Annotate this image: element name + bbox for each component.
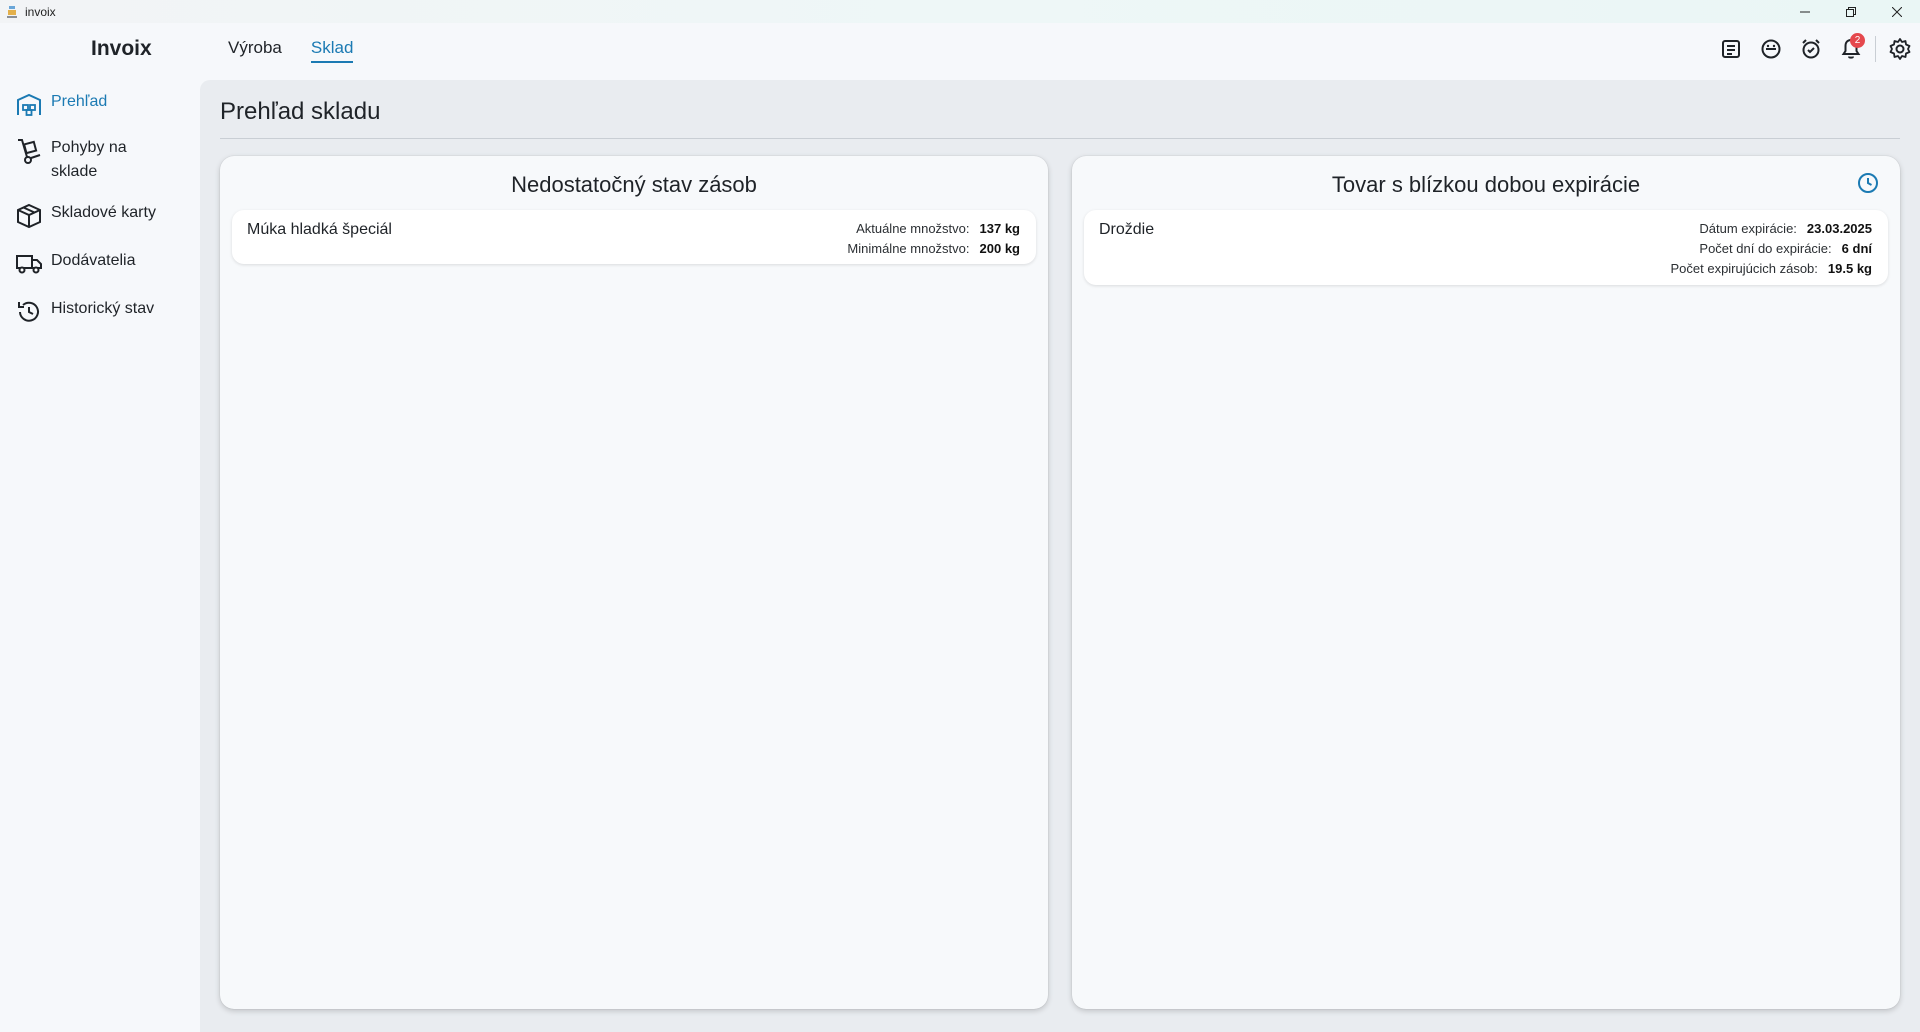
sidebar-item-label: Pohyby na sklade bbox=[51, 139, 127, 180]
sidebar: Prehľad Pohyby na sklade Skladové karty … bbox=[0, 80, 200, 1032]
item-name: Droždie bbox=[1099, 221, 1155, 238]
toolbar-divider bbox=[1875, 36, 1876, 62]
sidebar-item-label: Skladové karty bbox=[51, 204, 156, 221]
expiring-qty-label: Počet expirujúcich zásob: bbox=[1670, 261, 1818, 276]
clock-icon[interactable] bbox=[1856, 171, 1880, 195]
chat-icon[interactable] bbox=[1751, 35, 1791, 63]
tab-vyroba[interactable]: Výroba bbox=[228, 38, 282, 63]
sidebar-item-label: Dodávatelia bbox=[51, 252, 136, 269]
expiry-date-label: Dátum expirácie: bbox=[1699, 221, 1797, 236]
restore-button[interactable] bbox=[1828, 0, 1874, 23]
sidebar-item-pohyby[interactable]: Pohyby na sklade bbox=[14, 136, 161, 184]
card-title: Nedostatočný stav zásob bbox=[511, 172, 757, 197]
sidebar-item-prehlad[interactable]: Prehľad bbox=[14, 90, 161, 120]
sidebar-item-label: Prehľad bbox=[51, 93, 108, 110]
min-qty-value: 200 kg bbox=[979, 241, 1020, 256]
header-toolbar: 2 bbox=[1711, 33, 1920, 63]
sidebar-item-skladove-karty[interactable]: Skladové karty bbox=[14, 201, 161, 231]
app-brand: Invoix bbox=[91, 37, 152, 60]
app-header: Invoix Výroba Sklad 2 bbox=[0, 23, 1920, 80]
sidebar-item-dodavatelia[interactable]: Dodávatelia bbox=[14, 249, 161, 279]
notes-icon[interactable] bbox=[1711, 35, 1751, 63]
history-icon bbox=[14, 297, 44, 327]
low-stock-card: Nedostatočný stav zásob Múka hladká špec… bbox=[220, 156, 1048, 1009]
list-item[interactable]: Droždie Dátum expirácie: 23.03.2025 Poče… bbox=[1084, 210, 1888, 285]
title-divider bbox=[220, 138, 1900, 139]
close-button[interactable] bbox=[1874, 0, 1920, 23]
tab-sklad[interactable]: Sklad bbox=[310, 38, 354, 63]
item-name: Múka hladká špeciál bbox=[247, 221, 392, 238]
list-item[interactable]: Múka hladká špeciál Aktuálne množstvo: 1… bbox=[232, 210, 1036, 264]
hand-truck-icon bbox=[14, 136, 44, 166]
gear-icon[interactable] bbox=[1880, 35, 1920, 63]
minimize-button[interactable] bbox=[1782, 0, 1828, 23]
window-titlebar: invoix bbox=[0, 0, 1920, 23]
min-qty-label: Minimálne množstvo: bbox=[847, 241, 970, 256]
app-logo-icon bbox=[4, 4, 20, 20]
truck-icon bbox=[14, 249, 44, 279]
days-to-expiry-label: Počet dní do expirácie: bbox=[1699, 241, 1832, 256]
current-qty-value: 137 kg bbox=[979, 221, 1020, 236]
days-to-expiry-value: 6 dní bbox=[1841, 241, 1872, 256]
notification-badge: 2 bbox=[1850, 33, 1865, 48]
sidebar-item-historicky-stav[interactable]: Historický stav bbox=[14, 297, 161, 327]
box-icon bbox=[14, 201, 44, 231]
sidebar-item-label: Historický stav bbox=[51, 300, 155, 317]
top-nav: Výroba Sklad bbox=[228, 38, 354, 63]
card-title: Tovar s blízkou dobou expirácie bbox=[1331, 172, 1641, 197]
expiring-qty-value: 19.5 kg bbox=[1827, 261, 1872, 276]
main-content: Prehľad skladu Nedostatočný stav zásob M… bbox=[200, 80, 1920, 1032]
warehouse-icon bbox=[14, 90, 44, 120]
expiry-date-value: 23.03.2025 bbox=[1806, 221, 1872, 236]
alarm-icon[interactable] bbox=[1791, 35, 1831, 63]
item-properties: Dátum expirácie: 23.03.2025 Počet dní do… bbox=[1670, 219, 1872, 279]
expiring-goods-card: Tovar s blízkou dobou expirácie Droždie … bbox=[1072, 156, 1900, 1009]
item-properties: Aktuálne množstvo: 137 kg Minimálne množ… bbox=[847, 219, 1020, 259]
window-title: invoix bbox=[25, 4, 56, 19]
page-title: Prehľad skladu bbox=[220, 98, 381, 125]
bell-icon[interactable]: 2 bbox=[1831, 33, 1871, 63]
current-qty-label: Aktuálne množstvo: bbox=[856, 221, 970, 236]
